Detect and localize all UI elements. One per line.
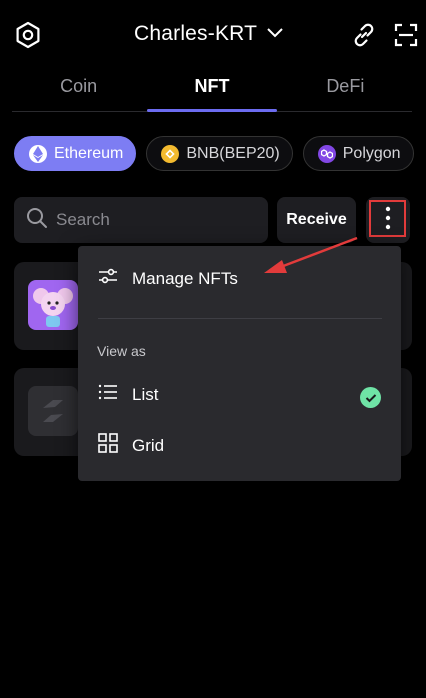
chain-label: Polygon: [342, 144, 401, 162]
search-input[interactable]: [56, 210, 256, 230]
search-box[interactable]: [14, 197, 268, 243]
manage-nfts-label: Manage NFTs: [132, 268, 238, 288]
ethereum-icon: [29, 144, 47, 163]
manage-nfts-item[interactable]: Manage NFTs: [98, 268, 238, 289]
chevron-down-icon: [267, 25, 283, 43]
top-bar: Charles-KRT: [0, 0, 426, 68]
account-switcher[interactable]: Charles-KRT: [134, 20, 283, 48]
sliders-icon: [98, 268, 118, 289]
scan-icon[interactable]: [390, 19, 422, 51]
chain-polygon[interactable]: Polygon: [302, 136, 414, 171]
receive-button[interactable]: Receive: [277, 197, 356, 243]
list-icon: [98, 383, 118, 406]
polygon-icon: [317, 144, 336, 163]
grid-label: Grid: [132, 435, 165, 455]
menu-divider: [98, 318, 382, 319]
chain-label: Ethereum: [54, 144, 124, 162]
nft-wallet-screen: Charles-KRT Coin NFT DeFi Ethereum BNB(B…: [0, 0, 426, 698]
chain-ethereum[interactable]: Ethereum: [14, 136, 137, 171]
asset-tabs: Coin NFT DeFi: [12, 68, 412, 112]
chain-bnb[interactable]: BNB(BEP20): [146, 136, 293, 171]
chain-filter: Ethereum BNB(BEP20) Polygon: [14, 136, 414, 172]
view-list-item[interactable]: List: [98, 383, 158, 406]
view-as-heading: View as: [97, 343, 146, 359]
list-label: List: [132, 384, 159, 404]
settings-icon[interactable]: [12, 19, 44, 51]
view-grid-item[interactable]: Grid: [98, 433, 164, 458]
nft-thumbnail: [28, 280, 78, 330]
tab-defi[interactable]: DeFi: [279, 68, 412, 111]
link-icon[interactable]: [348, 19, 380, 51]
bnb-icon: [161, 144, 180, 163]
more-options-button[interactable]: [366, 197, 410, 243]
tab-nft[interactable]: NFT: [145, 68, 278, 112]
chain-label: BNB(BEP20): [186, 144, 280, 162]
nft-thumbnail: [28, 386, 78, 436]
account-name: Charles-KRT: [134, 22, 258, 45]
checkmark-icon: [360, 387, 381, 408]
tab-coin[interactable]: Coin: [12, 68, 145, 111]
more-vertical-icon: [385, 206, 391, 235]
grid-icon: [98, 433, 118, 458]
search-icon: [26, 207, 48, 234]
